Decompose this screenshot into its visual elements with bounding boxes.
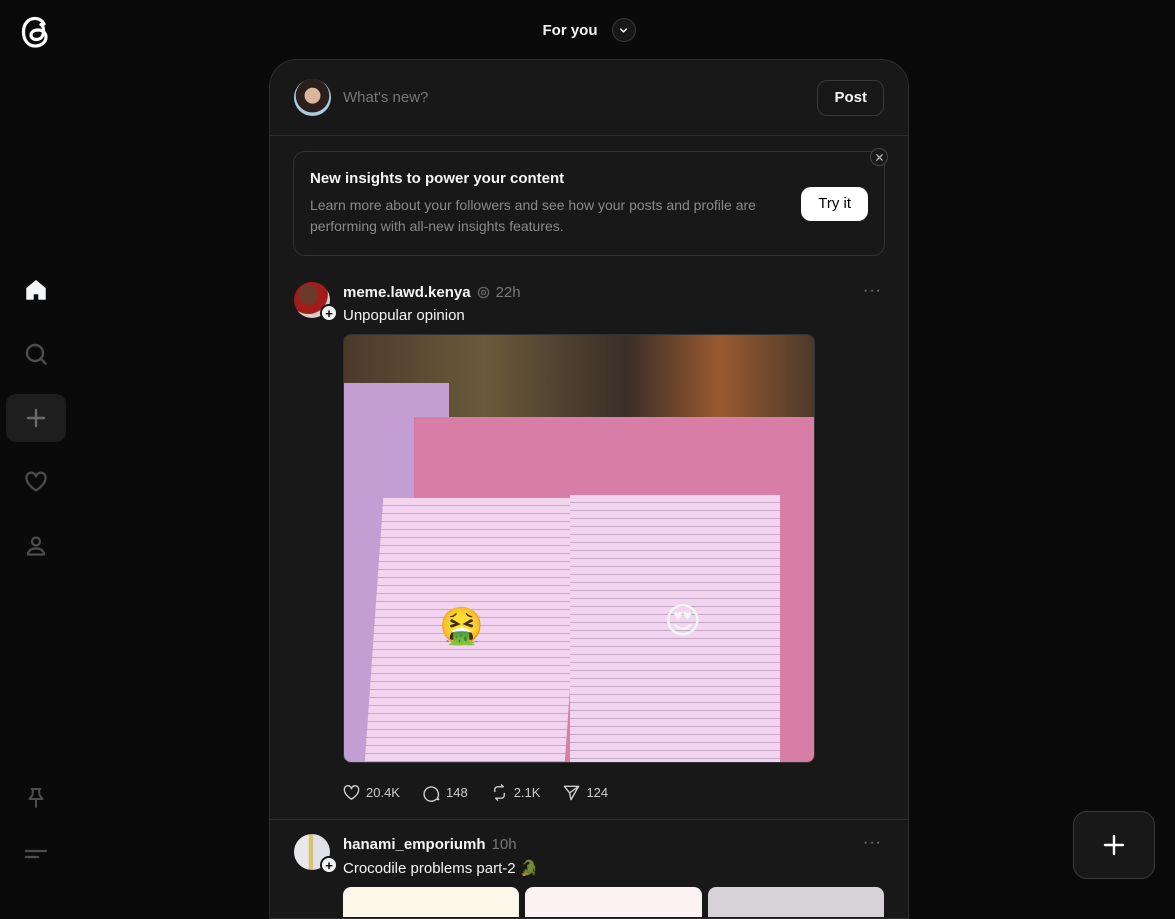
post-caption: Crocodile problems part-2 🐊 [343, 860, 539, 877]
chevron-down-icon [620, 27, 627, 33]
carousel-image[interactable] [525, 887, 702, 917]
post-username[interactable]: hanami_emporiumh [343, 836, 486, 853]
feed-title[interactable]: For you [543, 22, 598, 39]
post-username[interactable]: meme.lawd.kenya [343, 284, 471, 301]
post-actions: 20.4K 148 2.1K 124 [342, 779, 884, 805]
reply-count: 148 [445, 784, 468, 800]
repost-icon [493, 783, 505, 801]
menu-icon [24, 849, 48, 859]
pin-icon [28, 788, 44, 808]
sidebar-item-create[interactable] [6, 394, 66, 442]
carousel-image[interactable] [343, 887, 520, 917]
repost-count: 2.1K [513, 784, 541, 800]
share-count: 124 [586, 784, 609, 800]
threads-badge-icon [477, 286, 489, 298]
reply-button[interactable]: 148 [422, 783, 468, 802]
comment-icon [423, 785, 440, 802]
heart-icon [25, 471, 47, 492]
post-button[interactable]: Post [817, 79, 884, 116]
carousel-image[interactable] [707, 887, 884, 917]
send-icon [564, 785, 580, 800]
follow-button[interactable]: + [320, 856, 338, 874]
home-icon [26, 280, 46, 300]
repost-button[interactable]: 2.1K [490, 783, 541, 802]
close-insights-button[interactable] [870, 148, 888, 166]
feed-header: For you [270, 0, 908, 60]
post-caption: Unpopular opinion [343, 307, 465, 324]
composer: What's new? Post [270, 60, 908, 136]
insights-body: Learn more about your followers and see … [310, 197, 756, 234]
sidebar-item-home[interactable] [6, 266, 66, 314]
more-options-button[interactable]: ··· [863, 834, 882, 852]
sidebar-item-pinned[interactable] [6, 774, 66, 822]
my-avatar[interactable] [294, 79, 331, 116]
insights-title: New insights to power your content [310, 170, 565, 187]
insights-card: New insights to power your content Learn… [293, 148, 888, 256]
like-count: 20.4K [366, 784, 400, 800]
sidebar-item-search[interactable] [6, 330, 66, 378]
post-time: 22h [495, 283, 521, 301]
feed-switcher-button[interactable] [611, 18, 636, 42]
feed: What's new? Post New insights to power y… [269, 59, 909, 919]
plus-icon [26, 408, 46, 428]
composer-input[interactable]: What's new? [343, 89, 817, 106]
person-icon [26, 536, 46, 556]
more-options-button[interactable]: ··· [863, 282, 882, 300]
heart-eyes-emoji: 😍 [664, 600, 702, 641]
heart-icon [343, 784, 360, 800]
try-it-button[interactable]: Try it [801, 186, 868, 221]
post-image[interactable]: 🤮 😍 [343, 334, 815, 763]
sidebar [0, 0, 72, 901]
sidebar-item-activity[interactable] [6, 458, 66, 506]
post: + meme.lawd.kenya 22h Unpopular opinion … [270, 256, 908, 805]
like-button[interactable]: 20.4K [342, 783, 400, 802]
threads-logo-icon[interactable] [18, 13, 54, 51]
plus-icon [1103, 834, 1125, 856]
close-icon [875, 153, 883, 161]
follow-button[interactable]: + [320, 304, 338, 322]
post-image-carousel [343, 887, 884, 917]
post-time: 10h [491, 835, 517, 853]
create-post-fab[interactable] [1073, 811, 1155, 879]
share-button[interactable]: 124 [562, 783, 608, 802]
sidebar-item-menu[interactable] [6, 830, 66, 878]
search-icon [25, 343, 47, 365]
nauseated-emoji: 🤮 [439, 605, 484, 646]
post: + hanami_emporiumh 10h Crocodile problem… [270, 820, 908, 917]
sidebar-item-profile[interactable] [6, 522, 66, 570]
